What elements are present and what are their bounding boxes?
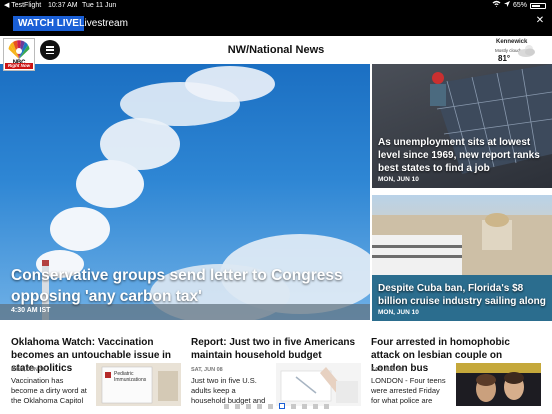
story-teaser: Vaccination has become a dirty word at t… (11, 376, 87, 405)
battery-icon (530, 2, 546, 9)
wifi-icon (492, 0, 501, 11)
nbc-logo[interactable]: NBC Right Now (3, 38, 35, 71)
page-dot[interactable] (312, 404, 318, 409)
page-dot-active[interactable] (278, 403, 285, 409)
livestream-label[interactable]: Livestream (79, 17, 128, 30)
story-card[interactable]: Oklahoma Watch: Vaccination becomes an u… (11, 336, 181, 406)
hero-story[interactable]: Conservative groups send letter to Congr… (0, 64, 370, 320)
story-date: MON, JUN 10 (11, 367, 46, 373)
close-icon[interactable]: ✕ (534, 15, 546, 26)
page-dot[interactable] (223, 404, 229, 409)
story-teaser: LONDON - Four teens were arrested Friday… (371, 376, 446, 405)
location-icon (503, 0, 510, 11)
page-dot[interactable] (245, 404, 251, 409)
side-story-date: MON, JUN 10 (378, 309, 419, 316)
page-dot[interactable] (234, 404, 240, 409)
story-headline: Report: Just two in five Americans maint… (191, 337, 356, 361)
logo-tagline: Right Now (5, 63, 33, 69)
thumbnail-caption: Pediatric Immunizations (114, 371, 147, 383)
side-story-headline: As unemployment sits at lowest level sin… (378, 137, 540, 174)
watch-live-button[interactable]: WATCH LIVE (13, 16, 84, 31)
battery-percent: 65% (512, 2, 527, 9)
story-teaser: Just two in five U.S. adults keep a hous… (191, 376, 266, 405)
peacock-icon (8, 40, 30, 59)
hero-headline: Conservative groups send letter to Congr… (11, 267, 343, 305)
page-dot[interactable] (323, 404, 329, 409)
story-thumbnail (276, 363, 361, 406)
status-time: 10:37 AM (48, 2, 78, 9)
pagination-dots[interactable] (0, 403, 552, 409)
story-card[interactable]: Report: Just two in five Americans maint… (191, 336, 361, 406)
app-header: NBC Right Now NW/National News Kennewick… (0, 36, 552, 71)
story-thumbnail (456, 363, 541, 406)
section-title: NW/National News (227, 44, 325, 56)
story-thumbnail: Pediatric Immunizations (96, 363, 181, 406)
back-to-testflight[interactable]: ◀ TestFlight (4, 0, 41, 11)
page-dot[interactable] (301, 404, 307, 409)
hero-time: 4:30 AM IST (11, 307, 51, 314)
side-story-card[interactable]: Despite Cuba ban, Florida's $8 billion c… (372, 195, 552, 321)
page-dot[interactable] (267, 404, 273, 409)
partly-cloudy-icon (518, 45, 535, 57)
weather-temp: 81° (498, 54, 511, 63)
side-story-card[interactable]: As unemployment sits at lowest level sin… (372, 64, 552, 188)
side-story-date: MON, JUN 10 (378, 176, 419, 183)
page-dot[interactable] (290, 404, 296, 409)
status-date: Tue 11 Jun (82, 2, 117, 9)
status-bar: ◀ TestFlight 10:37 AM Tue 11 Jun 65% (0, 0, 552, 11)
page-dot[interactable] (256, 404, 262, 409)
watch-live-bar: WATCH LIVE Livestream ✕ (0, 11, 552, 36)
status-right: 65% (492, 0, 546, 11)
story-card[interactable]: Four arrested in homophobic attack on le… (371, 336, 541, 406)
story-date: SAT, JUN 08 (191, 367, 223, 373)
side-story-headline: Despite Cuba ban, Florida's $8 billion c… (378, 283, 546, 307)
story-date: SAT, JUN 08 (371, 367, 403, 373)
